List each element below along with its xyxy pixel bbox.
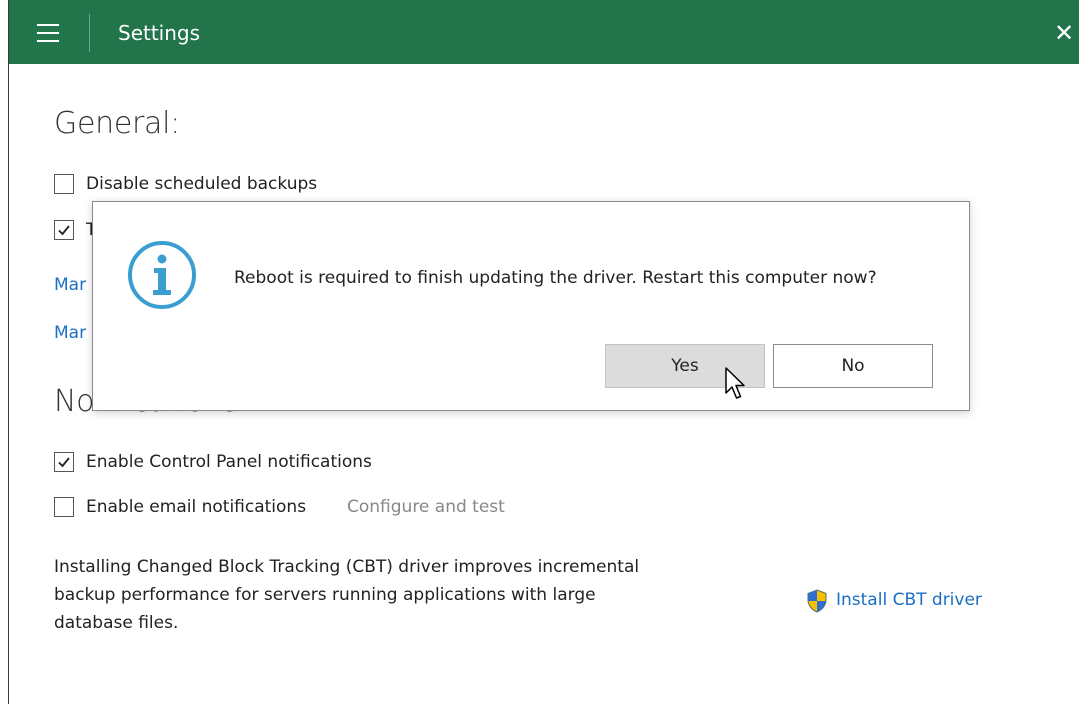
cbt-description-line: Installing Changed Block Tracking (CBT) … bbox=[54, 557, 640, 577]
control-panel-notifications-label: Enable Control Panel notifications bbox=[86, 452, 372, 472]
dialog-message: Reboot is required to finish updating th… bbox=[234, 268, 877, 288]
reboot-dialog: Reboot is required to finish updating th… bbox=[92, 201, 970, 411]
disable-backups-checkbox[interactable] bbox=[54, 174, 74, 194]
window-title: Settings bbox=[118, 21, 201, 45]
manage-link-1[interactable]: Mar bbox=[54, 274, 86, 296]
install-cbt-driver-link[interactable]: Install CBT driver bbox=[836, 589, 982, 611]
hamburger-menu-icon[interactable] bbox=[37, 24, 59, 42]
no-button[interactable]: No bbox=[773, 344, 933, 388]
mouse-pointer-icon bbox=[725, 367, 745, 399]
title-separator bbox=[89, 14, 90, 52]
cbt-description-line: database files. bbox=[54, 613, 179, 633]
disable-backups-label: Disable scheduled backups bbox=[86, 174, 318, 194]
email-notifications-label: Enable email notifications bbox=[86, 497, 307, 517]
title-bar: Settings ✕ bbox=[9, 0, 1079, 64]
control-panel-notifications-checkbox[interactable] bbox=[54, 452, 74, 472]
window-left-border bbox=[8, 0, 9, 704]
shield-icon bbox=[807, 589, 827, 613]
general-heading: General: bbox=[54, 106, 180, 141]
cbt-description-line: backup performance for servers running a… bbox=[54, 585, 596, 605]
manage-link-2[interactable]: Mar bbox=[54, 322, 86, 344]
close-icon[interactable]: ✕ bbox=[1053, 21, 1075, 45]
configure-and-test-link[interactable]: Configure and test bbox=[347, 496, 505, 518]
email-notifications-checkbox[interactable] bbox=[54, 497, 74, 517]
second-checkbox[interactable] bbox=[54, 220, 74, 240]
info-icon bbox=[128, 241, 196, 309]
cbt-description: Installing Changed Block Tracking (CBT) … bbox=[54, 553, 734, 637]
